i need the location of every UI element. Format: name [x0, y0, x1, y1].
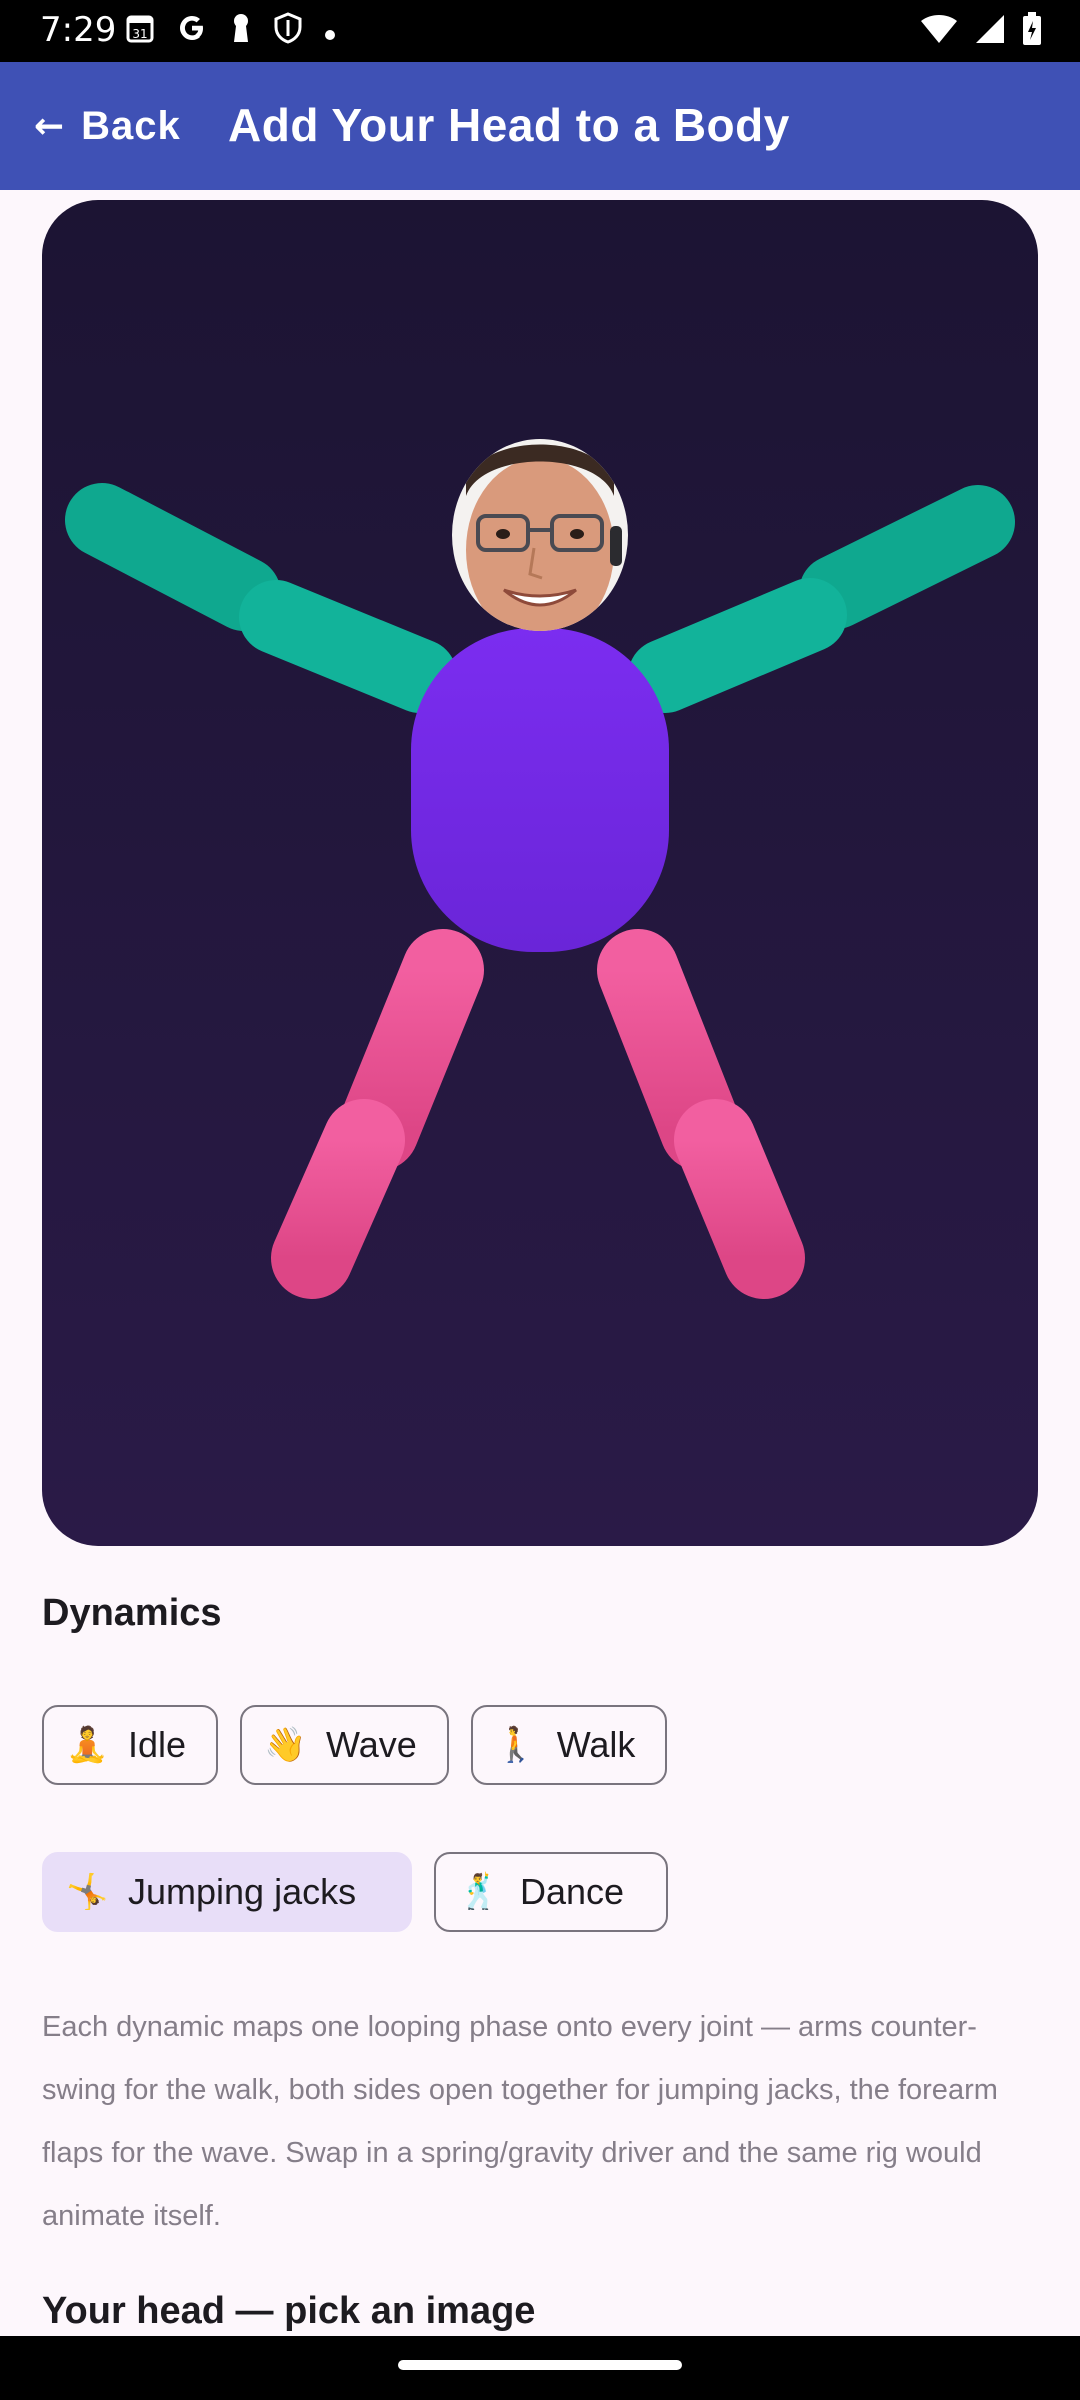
page-title: Add Your Head to a Body	[228, 99, 790, 151]
left-thigh	[337, 929, 484, 1171]
chip-idle[interactable]: 🧘 Idle	[42, 1705, 219, 1785]
cartwheel-icon: 🤸	[66, 1872, 109, 1912]
battery-icon	[1022, 12, 1042, 51]
right-forearm	[628, 578, 847, 713]
waving-hand-icon: 👋	[264, 1725, 307, 1765]
torso	[411, 628, 669, 952]
back-arrow-icon: ←	[34, 106, 66, 147]
left-shin	[271, 1099, 405, 1299]
dot-icon	[324, 15, 336, 49]
status-left-icons: 31	[126, 12, 336, 52]
app-bar: ← Back Add Your Head to a Body	[0, 62, 1080, 190]
svg-text:31: 31	[132, 27, 147, 41]
walking-person-icon: 🚶	[494, 1725, 538, 1765]
meditation-icon: 🧘	[66, 1725, 109, 1765]
chip-walk[interactable]: 🚶 Walk	[470, 1705, 668, 1785]
avatar-stage	[42, 200, 1038, 1546]
wifi-icon	[920, 13, 958, 50]
dancing-person-icon: 🕺	[458, 1872, 501, 1912]
back-label: Back	[81, 104, 181, 148]
google-icon	[176, 12, 208, 52]
dynamics-description: Each dynamic maps one looping phase onto…	[42, 2011, 998, 2232]
right-thigh	[597, 929, 742, 1171]
navigation-bar	[0, 2336, 1080, 2400]
left-forearm	[239, 580, 457, 713]
shield-icon	[274, 12, 302, 52]
dynamics-title: Dynamics	[42, 1592, 222, 1634]
chip-label: Dance	[520, 1871, 625, 1912]
chip-label: Idle	[128, 1724, 187, 1765]
head-section-title: Your head — pick an image	[42, 2290, 536, 2332]
chip-wave[interactable]: 👋 Wave	[240, 1705, 449, 1785]
status-bar: 7:29 31	[0, 0, 1080, 62]
chip-label: Jumping jacks	[128, 1871, 357, 1912]
chip-dance[interactable]: 🕺 Dance	[434, 1852, 668, 1932]
home-indicator[interactable]	[398, 2360, 682, 2370]
back-button[interactable]: ← Back	[34, 104, 181, 149]
right-shin	[674, 1099, 805, 1299]
keyhole-icon	[230, 12, 252, 52]
right-upper-arm	[799, 485, 1015, 629]
calendar-icon: 31	[126, 13, 154, 51]
signal-icon	[974, 13, 1006, 50]
chip-label: Wave	[326, 1724, 417, 1765]
status-time: 7:29	[40, 10, 117, 50]
chip-label: Walk	[556, 1724, 636, 1765]
dynamics-chips-row-2: 🤸 Jumping jacks 🕺 Dance	[42, 1852, 668, 1932]
chip-jumping-jacks[interactable]: 🤸 Jumping jacks	[42, 1852, 412, 1932]
status-right-icons	[920, 12, 1042, 51]
head-photo	[452, 439, 628, 631]
dynamics-chips-row-1: 🧘 Idle 👋 Wave 🚶 Walk	[42, 1705, 668, 1785]
left-upper-arm	[65, 483, 281, 631]
